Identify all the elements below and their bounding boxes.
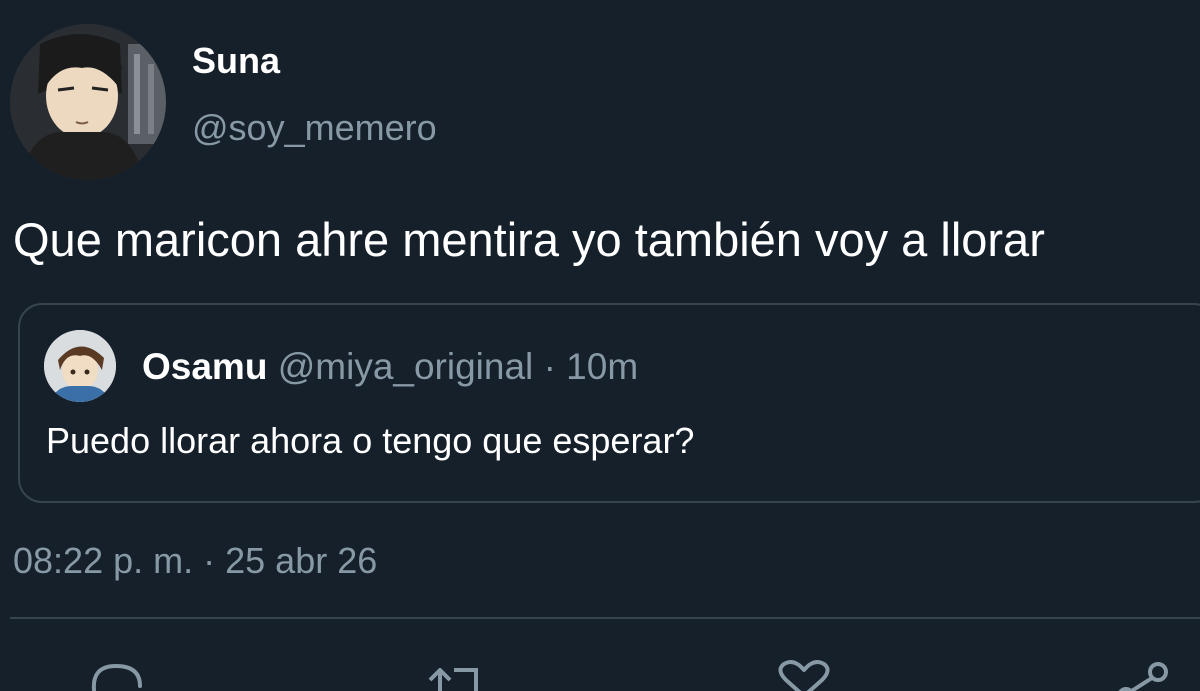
share-icon (1118, 662, 1168, 691)
tweet-timestamp: 08:22 p. m. · 25 abr 26 (13, 540, 377, 582)
timestamp-separator: · (203, 540, 216, 581)
reply-icon (91, 663, 142, 691)
author-avatar[interactable] (10, 24, 166, 180)
tweet-date: 25 abr 26 (225, 540, 378, 581)
like-icon (778, 660, 830, 691)
tweet-text: Que maricon ahre mentira yo también voy … (13, 213, 1045, 266)
user-avatar-icon (10, 24, 166, 180)
share-button[interactable] (1116, 656, 1176, 691)
reply-button[interactable] (86, 656, 146, 691)
quoted-author-avatar[interactable] (44, 330, 116, 402)
retweet-icon (428, 668, 478, 691)
tweet-time: 08:22 p. m. (13, 540, 194, 581)
author-handle[interactable]: @soy_memero (192, 108, 437, 148)
quoted-tweet-text: Puedo llorar ahora o tengo que esperar? (46, 420, 695, 461)
quoted-time-ago: 10m (566, 346, 639, 387)
retweet-button[interactable] (424, 656, 484, 691)
author-display-name[interactable]: Suna (192, 41, 280, 81)
divider (10, 617, 1200, 619)
like-button[interactable] (774, 656, 834, 691)
quoted-tweet-card[interactable] (18, 303, 1200, 503)
quoted-handle[interactable]: @miya_original (278, 346, 534, 387)
quoted-tweet-header: Osamu @miya_original · 10m (142, 346, 638, 388)
quoted-display-name[interactable]: Osamu (142, 346, 267, 387)
quoted-separator: · (543, 346, 556, 387)
user-avatar-icon (44, 330, 116, 402)
